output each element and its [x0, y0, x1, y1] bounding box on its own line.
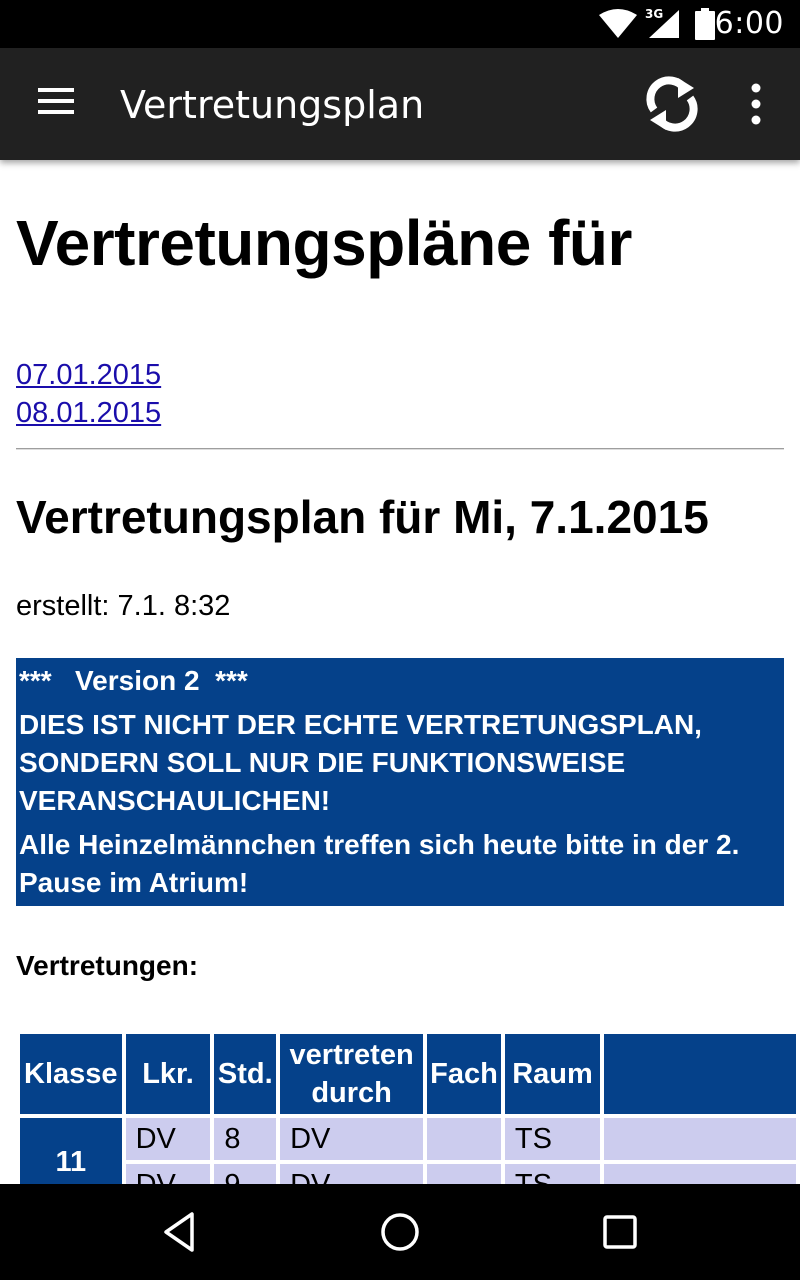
header-lkr: Lkr.: [125, 1034, 211, 1114]
substitutions-label: Vertretungen:: [16, 950, 199, 981]
wifi-icon: [599, 9, 637, 38]
table-row: DV 9 DV TS: [20, 1164, 796, 1184]
overflow-menu-icon[interactable]: [738, 76, 774, 132]
notice-version: *** Version 2 ***: [19, 665, 248, 696]
battery-icon: [695, 8, 715, 40]
table-row: 11 DV 8 DV TS: [20, 1118, 796, 1184]
date-link-08-01-2015[interactable]: 08.01.2015: [16, 394, 161, 432]
notice-message: DIES IST NICHT DER ECHTE VERTRETUNGSPLAN…: [19, 709, 702, 816]
cell-raum: TS: [504, 1164, 601, 1184]
clock: 6:00: [714, 6, 784, 41]
notice-box: *** Version 2 *** DIES IST NICHT DER ECH…: [16, 658, 784, 906]
cell-vertreten-durch: DV: [280, 1118, 424, 1160]
app-title: Vertretungsplan: [120, 83, 425, 127]
plan-heading: Vertretungsplan für Mi, 7.1.2015: [16, 491, 709, 543]
header-raum: Raum: [504, 1034, 601, 1114]
cell-klasse: 11: [20, 1118, 122, 1184]
hamburger-menu-icon[interactable]: [36, 88, 76, 120]
back-icon[interactable]: [158, 1210, 202, 1254]
cell-std: 9: [214, 1164, 277, 1184]
cell-signal-icon: [649, 10, 679, 38]
page-heading: Vertretungspläne für: [16, 207, 632, 279]
cell-lkr: DV: [125, 1118, 211, 1160]
home-icon[interactable]: [378, 1210, 422, 1254]
date-link-07-01-2015[interactable]: 07.01.2015: [16, 356, 161, 394]
cell-fach: [427, 1118, 501, 1160]
cell-extra: [604, 1164, 796, 1184]
webview-content[interactable]: Vertretungspläne für 07.01.2015 08.01.20…: [0, 160, 800, 1184]
cell-std: 8: [214, 1118, 277, 1160]
substitution-table: Klasse Lkr. Std. vertreten durch Fach Ra…: [16, 1030, 800, 1184]
header-klasse: Klasse: [20, 1034, 122, 1114]
cell-fach: [427, 1164, 501, 1184]
divider: [16, 448, 784, 450]
cell-vertreten-durch: DV: [280, 1164, 424, 1184]
cell-raum: TS: [504, 1118, 601, 1160]
date-links: 07.01.2015 08.01.2015: [16, 356, 161, 432]
created-timestamp: erstellt: 7.1. 8:32: [16, 590, 231, 622]
header-fach: Fach: [427, 1034, 501, 1114]
header-std: Std.: [214, 1034, 277, 1114]
cell-extra: [604, 1118, 796, 1160]
header-vertreten-durch: vertreten durch: [280, 1034, 424, 1114]
app-bar: Vertretungsplan: [0, 48, 800, 160]
cell-lkr: DV: [125, 1164, 211, 1184]
status-bar: 3G 6:00: [0, 0, 800, 48]
refresh-icon[interactable]: [644, 72, 700, 136]
notice-message-meeting: Alle Heinzelmännchen treffen sich heute …: [19, 829, 740, 898]
navigation-bar: [0, 1184, 800, 1280]
recent-apps-icon[interactable]: [598, 1210, 642, 1254]
header-extra: [604, 1034, 796, 1114]
